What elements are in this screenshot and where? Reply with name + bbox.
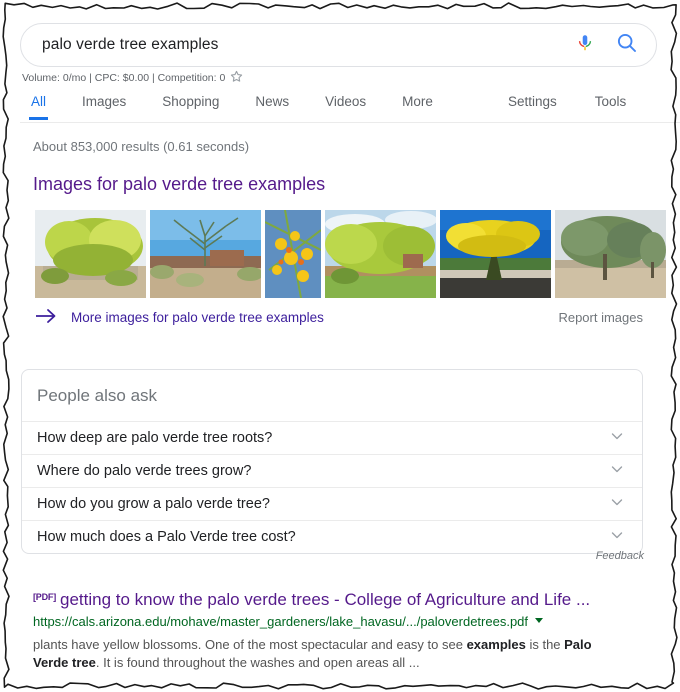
tab-all[interactable]: All — [28, 88, 49, 120]
people-also-ask-box: People also ask How deep are palo verde … — [21, 369, 643, 554]
search-nav-tabs: All Images Shopping News Videos More Set… — [0, 88, 680, 123]
image-thumbnail[interactable] — [440, 210, 551, 298]
search-box-icons — [575, 32, 638, 59]
keyword-metrics-bar: Volume: 0/mo | CPC: $0.00 | Competition:… — [22, 70, 243, 86]
image-thumbnail[interactable] — [325, 210, 436, 298]
paa-question-label: Where do palo verde trees grow? — [37, 463, 252, 479]
result-snippet: plants have yellow blossoms. One of the … — [33, 636, 611, 672]
microphone-icon[interactable] — [575, 32, 595, 59]
nav-divider — [20, 122, 680, 123]
snippet-text: . It is found throughout the washes and … — [95, 655, 420, 670]
paa-question-label: How much does a Palo Verde tree cost? — [37, 529, 296, 545]
arrow-right-icon — [35, 308, 57, 327]
organic-result: [PDF] getting to know the palo verde tre… — [33, 590, 653, 672]
nav-left-group: All Images Shopping News Videos More — [28, 88, 469, 120]
paa-question-row[interactable]: Where do palo verde trees grow? — [22, 455, 642, 488]
pdf-badge: [PDF] — [33, 592, 56, 602]
snippet-text: is the — [525, 637, 565, 652]
image-thumbnail[interactable] — [35, 210, 146, 298]
chevron-down-icon[interactable] — [609, 461, 625, 481]
star-outline-icon[interactable] — [230, 70, 243, 86]
search-bar — [20, 23, 657, 67]
search-box[interactable] — [20, 23, 657, 67]
tab-news[interactable]: News — [255, 88, 289, 120]
paa-question-row[interactable]: How do you grow a palo verde tree? — [22, 488, 642, 521]
nav-right-group: Settings Tools — [508, 88, 664, 120]
more-images-label: More images for palo verde tree examples — [71, 310, 324, 325]
people-also-ask-title: People also ask — [22, 370, 642, 422]
report-images-link[interactable]: Report images — [558, 310, 643, 325]
paa-question-row[interactable]: How much does a Palo Verde tree cost? — [22, 521, 642, 553]
result-title-link[interactable]: getting to know the palo verde trees - C… — [60, 590, 590, 610]
search-submit-icon[interactable] — [616, 32, 638, 59]
more-images-link[interactable]: More images for palo verde tree examples — [35, 308, 324, 327]
paa-question-label: How do you grow a palo verde tree? — [37, 496, 270, 512]
image-thumbnail[interactable] — [555, 210, 666, 298]
tab-images[interactable]: Images — [82, 88, 126, 120]
search-input[interactable] — [40, 35, 575, 55]
tab-videos[interactable]: Videos — [325, 88, 366, 120]
image-thumbnail[interactable] — [150, 210, 261, 298]
snippet-text: plants have yellow blossoms. One of the … — [33, 637, 467, 652]
caret-down-icon[interactable] — [534, 612, 544, 630]
result-url-row: https://cals.arizona.edu/mohave/master_g… — [33, 612, 653, 630]
settings-button[interactable]: Settings — [508, 88, 557, 120]
tab-shopping[interactable]: Shopping — [162, 88, 219, 120]
result-stats: About 853,000 results (0.61 seconds) — [33, 139, 250, 154]
chevron-down-icon[interactable] — [609, 494, 625, 514]
search-results-page: Volume: 0/mo | CPC: $0.00 | Competition:… — [0, 0, 680, 692]
image-thumbnail[interactable] — [265, 210, 321, 298]
keyword-metrics-text: Volume: 0/mo | CPC: $0.00 | Competition:… — [22, 72, 226, 84]
result-url[interactable]: https://cals.arizona.edu/mohave/master_g… — [33, 614, 528, 629]
snippet-highlight: examples — [466, 637, 526, 652]
paa-question-row[interactable]: How deep are palo verde tree roots? — [22, 422, 642, 455]
tab-more[interactable]: More — [402, 88, 433, 120]
tools-button[interactable]: Tools — [595, 88, 627, 120]
feedback-link[interactable]: Feedback — [596, 550, 644, 562]
images-pack-heading[interactable]: Images for palo verde tree examples — [33, 174, 325, 195]
chevron-down-icon[interactable] — [609, 527, 625, 547]
image-thumbnail-strip — [35, 210, 666, 298]
more-images-row: More images for palo verde tree examples… — [35, 308, 650, 330]
result-title-row: [PDF] getting to know the palo verde tre… — [33, 590, 653, 610]
paa-question-label: How deep are palo verde tree roots? — [37, 430, 273, 446]
chevron-down-icon[interactable] — [609, 428, 625, 448]
